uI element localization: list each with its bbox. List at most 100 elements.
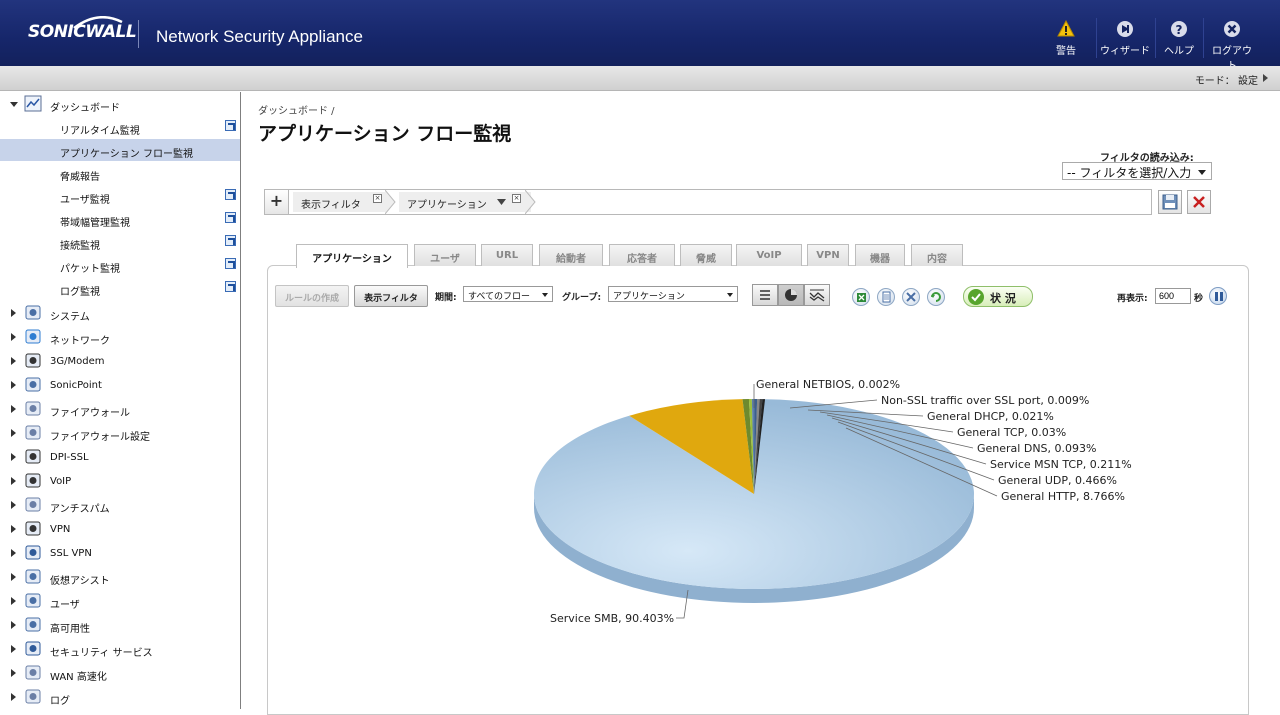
sidebar-group-label: 仮想アシスト [50,576,110,587]
sidebar-group-6[interactable]: ファイアウォール設定 [0,422,240,444]
popout-icon[interactable] [225,235,236,246]
logout-button[interactable]: ログアウト [1208,20,1256,72]
sidebar-item-label: ユーザ監視 [60,195,110,206]
popout-icon[interactable] [225,212,236,223]
pie-label-8: General NETBIOS, 0.002% [756,378,900,391]
sidebar-group-1[interactable]: システム [0,302,240,324]
access-point-icon [25,377,41,392]
sidebar-item-label: 接続監視 [60,241,100,252]
sidebar-item-app-flow-monitor[interactable]: アプリケーション フロー監視 [0,139,240,161]
sidebar-group-3[interactable]: 3G/Modem [0,350,240,372]
dashboard-chart-icon [24,95,42,112]
sidebar-group-8[interactable]: VoIP [0,470,240,492]
sidebar-group-label: セキュリティ サービス [50,648,153,659]
sidebar-group-label: DPI-SSL [50,452,89,463]
mode-selector[interactable]: モード： 設定 [1195,72,1258,87]
expand-arrow-icon[interactable] [11,573,16,581]
sidebar-item-log-monitor[interactable]: ログ監視 [0,277,240,299]
sidebar-group-label: SSL VPN [50,548,92,559]
sidebar-group-label: ユーザ [50,600,80,611]
firewall-settings-icon [25,425,41,440]
pie-label-2: General UDP, 0.466% [998,474,1117,487]
sidebar-group-4[interactable]: SonicPoint [0,374,240,396]
help-button[interactable]: ? ヘルプ [1160,20,1198,60]
header-separator [1203,18,1204,58]
sidebar-group-dashboard[interactable]: ダッシュボード [0,93,240,115]
sidebar-group-7[interactable]: DPI-SSL [0,446,240,468]
product-title: Network Security Appliance [156,27,363,46]
sidebar-group-15[interactable]: セキュリティ サービス [0,638,240,660]
expand-arrow-icon[interactable] [11,621,16,629]
sidebar-group-14[interactable]: 高可用性 [0,614,240,636]
sidebar-group-13[interactable]: ユーザ [0,590,240,612]
log-icon [25,689,41,704]
popout-icon[interactable] [225,120,236,131]
expand-arrow-icon[interactable] [11,357,16,365]
sidebar-group-label: 高可用性 [50,624,90,635]
wizard-button-label: ウィザード [1100,46,1150,57]
mode-bar: モード： 設定 [0,66,1280,91]
header-separator [1096,18,1097,58]
sidebar-item-label: 帯域幅管理監視 [60,218,130,229]
sidebar-group-label: ネットワーク [50,336,110,347]
wizard-icon [1117,21,1133,37]
mode-arrow-icon[interactable] [1263,74,1268,82]
expand-arrow-icon[interactable] [11,549,16,557]
sidebar-item-packet-monitor[interactable]: パケット監視 [0,254,240,276]
popout-icon[interactable] [225,189,236,200]
expand-arrow-icon[interactable] [11,669,16,677]
sidebar-item-threat-report[interactable]: 脅威報告 [0,162,240,184]
sidebar-group-17[interactable]: ログ [0,686,240,708]
vpn-lock-icon [25,521,41,536]
sidebar-group-label: システム [50,312,90,323]
pie-label-0: Service SMB, 90.403% [550,612,674,625]
sidebar-group-12[interactable]: 仮想アシスト [0,566,240,588]
high-availability-icon [25,617,41,632]
sidebar-item-label: パケット監視 [60,264,120,275]
expand-arrow-icon[interactable] [11,597,16,605]
expand-arrow-icon[interactable] [11,309,16,317]
expand-arrow-icon[interactable] [11,525,16,533]
sidebar-group-label: ダッシュボード [50,103,120,114]
virtual-assist-icon [25,569,41,584]
users-icon [25,593,41,608]
tab-0[interactable]: アプリケーション [296,244,408,268]
sidebar-item-realtime-monitor[interactable]: リアルタイム監視 [0,116,240,138]
expand-arrow-icon[interactable] [11,645,16,653]
sidebar-group-5[interactable]: ファイアウォール [0,398,240,420]
sidebar-item-label: ログ監視 [60,287,100,298]
expand-arrow-icon[interactable] [11,333,16,341]
logout-icon [1224,21,1240,37]
sidebar-item-label: リアルタイム監視 [60,126,140,137]
expand-arrow-icon[interactable] [11,381,16,389]
network-globe-icon [25,329,41,344]
expand-arrow-icon[interactable] [11,405,16,413]
expand-arrow-icon[interactable] [11,429,16,437]
sidebar-item-bandwidth-monitor[interactable]: 帯域幅管理監視 [0,208,240,230]
help-icon: ? [1171,21,1187,37]
sidebar-group-label: WAN 高速化 [50,672,107,683]
alert-button[interactable]: 警告 [1048,20,1084,60]
pie-label-4: General DNS, 0.093% [977,442,1096,455]
expand-arrow-icon[interactable] [11,693,16,701]
sidebar-item-connection-monitor[interactable]: 接続監視 [0,231,240,253]
sidebar-group-label: VPN [50,524,71,535]
expand-arrow-icon[interactable] [11,501,16,509]
sidebar-group-9[interactable]: アンチスパム [0,494,240,516]
firewall-icon [25,401,41,416]
sidebar-item-user-monitor[interactable]: ユーザ監視 [0,185,240,207]
wizard-button[interactable]: ウィザード [1100,20,1150,60]
expand-arrow-icon[interactable] [11,453,16,461]
sidebar-group-2[interactable]: ネットワーク [0,326,240,348]
antispam-mail-icon [25,497,41,512]
expand-arrow-icon[interactable] [10,102,18,107]
sidebar-group-10[interactable]: VPN [0,518,240,540]
pie-label-5: General TCP, 0.03% [957,426,1066,439]
sidebar-group-label: ファイアウォール [50,408,130,419]
sidebar-group-16[interactable]: WAN 高速化 [0,662,240,684]
expand-arrow-icon[interactable] [11,477,16,485]
popout-icon[interactable] [225,281,236,292]
sidebar-group-11[interactable]: SSL VPN [0,542,240,564]
popout-icon[interactable] [225,258,236,269]
dpi-ssl-lock-icon [25,449,41,464]
